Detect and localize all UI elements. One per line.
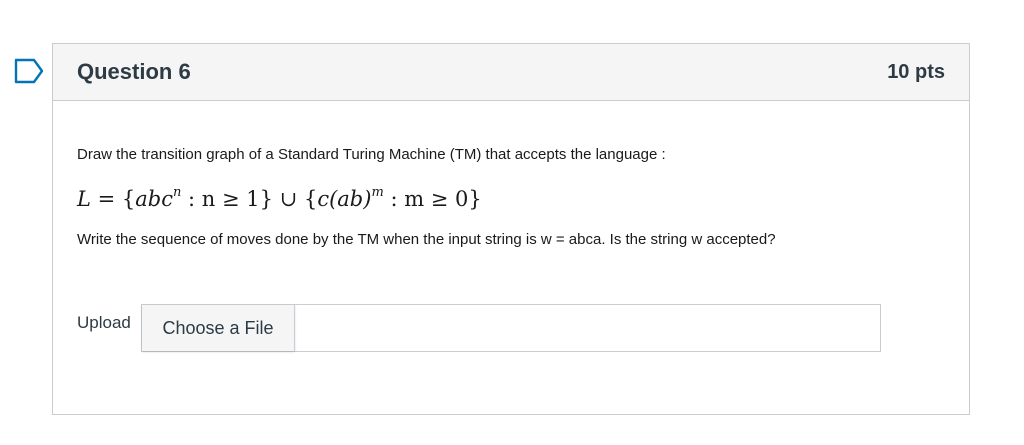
- question-prompt: Draw the transition graph of a Standard …: [77, 146, 666, 163]
- question-title: Question 6: [77, 59, 191, 84]
- formula-part1-condition: : n ≥ 1} ∪ {: [181, 187, 318, 211]
- formula-lhs: L: [77, 187, 91, 211]
- question-points: 10 pts: [887, 61, 945, 83]
- choose-file-button[interactable]: Choose a File: [142, 305, 295, 351]
- bookmark-flag-icon[interactable]: [14, 58, 44, 84]
- question-header: Question 6 10 pts: [53, 44, 969, 101]
- formula-part2-exponent: m: [371, 185, 384, 200]
- formula-part2-base: c(ab): [317, 187, 372, 211]
- question-followup: Write the sequence of moves done by the …: [77, 231, 776, 248]
- language-formula: L = {abcn : n ≥ 1} ∪ {c(ab)m : m ≥ 0}: [77, 185, 482, 211]
- file-upload-field[interactable]: Choose a File: [141, 304, 881, 352]
- upload-label: Upload: [77, 313, 131, 332]
- formula-part1-base: abc: [135, 187, 173, 211]
- formula-eq: = {: [90, 187, 136, 211]
- question-card: Question 6 10 pts Draw the transition gr…: [52, 43, 970, 415]
- question-body: Draw the transition graph of a Standard …: [53, 101, 969, 416]
- formula-part2-condition: : m ≥ 0}: [383, 187, 482, 211]
